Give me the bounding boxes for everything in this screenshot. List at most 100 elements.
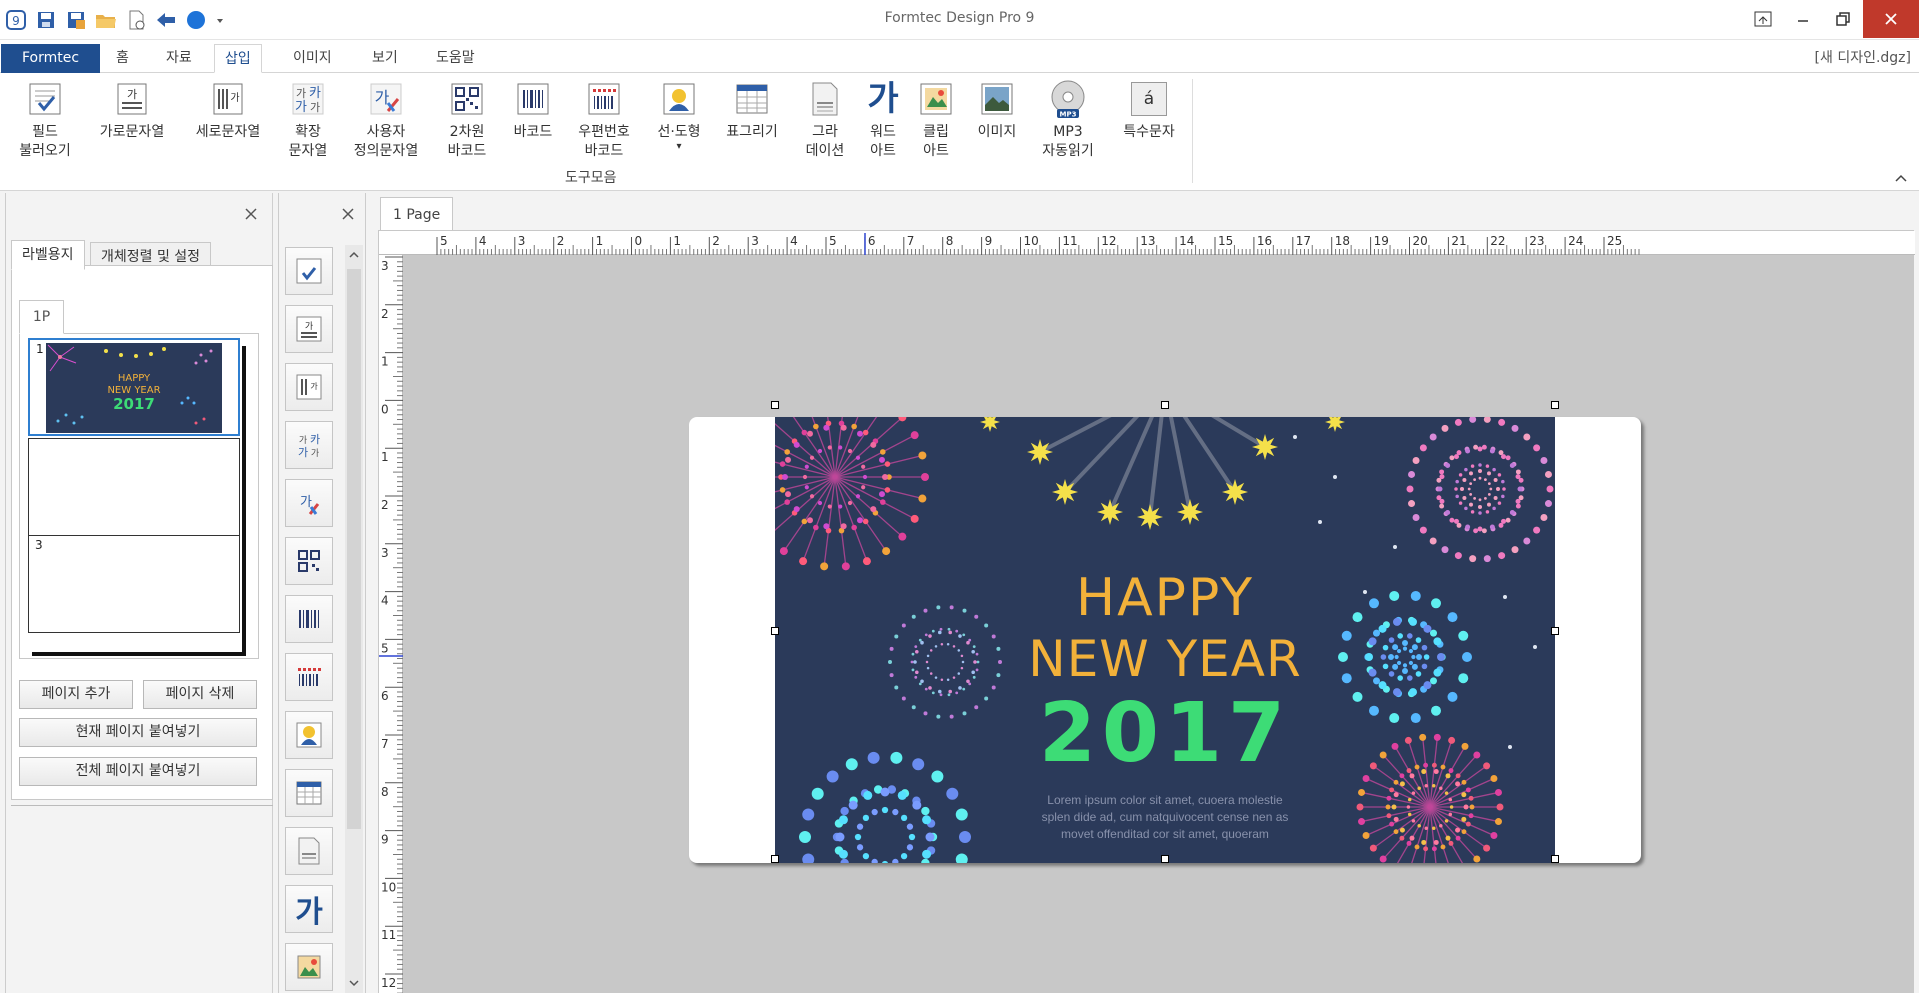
tab-data[interactable]: 자료 xyxy=(156,44,202,73)
window-controls xyxy=(1743,0,1919,38)
svg-text:카: 카 xyxy=(309,86,321,101)
custom-text-button[interactable]: 가 사용자 정의문자열 xyxy=(346,79,426,161)
thumbnail-label-1[interactable]: 1 HAPPY NEW YEAR 2017 xyxy=(28,338,240,436)
delete-page-button[interactable]: 페이지 삭제 xyxy=(143,680,257,709)
hruler-label: 1 xyxy=(673,234,681,248)
vruler-label: 0 xyxy=(381,402,389,416)
tab-help[interactable]: 도움말 xyxy=(426,44,485,73)
label-paper-sheet: HAPPY NEW YEAR 2017 Lorem ipsum color si… xyxy=(689,401,1641,863)
resize-handle-bottom-left[interactable] xyxy=(771,855,779,863)
image-button[interactable]: 이미지 xyxy=(970,79,1024,142)
star-spark xyxy=(1177,499,1203,525)
ribbon-group-label: 도구모음 xyxy=(565,170,617,186)
thumbnail-label-3[interactable]: 3 xyxy=(28,535,240,633)
shape-dropdown-icon[interactable]: ▾ xyxy=(652,142,706,152)
tool-custom-text[interactable]: 가 xyxy=(285,479,333,527)
svg-text:가: 가 xyxy=(127,88,137,101)
horizontal-text-icon: 가 xyxy=(296,316,322,342)
field-load-icon xyxy=(25,79,65,119)
paste-current-page-button[interactable]: 현재 페이지 붙여넣기 xyxy=(19,718,257,747)
tool-strip-scrollbar[interactable] xyxy=(345,245,363,993)
tool-barcode[interactable] xyxy=(285,595,333,643)
horizontal-text-button[interactable]: 가 가로문자열 xyxy=(92,79,172,142)
tool-postal-barcode[interactable] xyxy=(285,653,333,701)
minimize-icon[interactable] xyxy=(1783,0,1823,38)
tab-page-1[interactable]: 1 Page xyxy=(380,197,454,231)
vruler-label: 7 xyxy=(381,737,389,751)
tool-table[interactable] xyxy=(285,769,333,817)
resize-handle-bottom[interactable] xyxy=(1161,855,1169,863)
gradation-button[interactable]: 그라 데이션 xyxy=(800,79,850,161)
thumbnail-design-preview: HAPPY NEW YEAR 2017 xyxy=(46,343,222,433)
tab-formtec[interactable]: Formtec xyxy=(1,44,100,73)
tab-image[interactable]: 이미지 xyxy=(283,44,342,73)
vruler-label: 1 xyxy=(381,355,389,369)
document-frame: 5 4 3 2 1 0 1 2 3 4 5 6 7 8 9 10 11 12 13 14 15 16 17 18 19 20 21 2… xyxy=(378,230,1915,993)
tab-insert[interactable]: 삽입 xyxy=(214,44,262,73)
mp3-auto-read-button[interactable]: MP3 MP3 자동읽기 xyxy=(1036,79,1100,161)
tool-clip-art[interactable] xyxy=(285,943,333,991)
scroll-down-icon[interactable] xyxy=(345,975,363,991)
special-char-button[interactable]: á 특수문자 xyxy=(1114,79,1184,142)
tool-field-load[interactable] xyxy=(285,247,333,295)
thumbnail-label-2[interactable] xyxy=(28,438,240,536)
tab-home[interactable]: 홈 xyxy=(106,44,139,73)
ribbon-toolbar: 필드 불러오기 가 가로문자열 가 세로문자열 가카가가 확장 문자열 가 사용… xyxy=(0,73,1919,191)
design-canvas-area: 1 Page 5 4 3 2 1 0 1 2 3 4 5 6 7 8 9 10 11 12 13 14 15 16 17 18… xyxy=(372,193,1919,993)
close-icon[interactable] xyxy=(1863,0,1919,38)
tool-extended-text[interactable]: 가카가가 xyxy=(285,421,333,469)
field-load-icon xyxy=(296,258,322,284)
vertical-text-button[interactable]: 가 세로문자열 xyxy=(188,79,268,142)
ribbon-separator xyxy=(1192,79,1193,183)
tool-word-art[interactable]: 가 xyxy=(285,885,333,933)
vruler-label: 3 xyxy=(381,546,389,560)
clip-art-button[interactable]: 클립 아트 xyxy=(914,79,958,161)
qr-code-button[interactable]: 2차원 바코드 xyxy=(442,79,492,161)
collapse-ribbon-icon[interactable] xyxy=(1893,171,1909,185)
resize-handle-top[interactable] xyxy=(1161,401,1169,409)
tab-view[interactable]: 보기 xyxy=(362,44,408,73)
vruler-label: 8 xyxy=(381,785,389,799)
tool-horizontal-text[interactable]: 가 xyxy=(285,305,333,353)
vertical-text-icon: 가 xyxy=(208,79,248,119)
tool-gradation[interactable] xyxy=(285,827,333,875)
postal-barcode-icon xyxy=(584,79,624,119)
svg-text:카: 카 xyxy=(310,433,320,446)
hruler-label: 22 xyxy=(1490,234,1505,248)
clip-art-icon xyxy=(916,79,956,119)
extended-text-button[interactable]: 가카가가 확장 문자열 xyxy=(283,79,333,161)
resize-handle-right[interactable] xyxy=(1551,627,1559,635)
tab-label-paper[interactable]: 라벨용지 xyxy=(11,240,85,270)
barcode-button[interactable]: 바코드 xyxy=(508,79,558,142)
firework-burst xyxy=(1406,417,1554,563)
word-art-button[interactable]: 가 워드 아트 xyxy=(861,79,905,161)
shape-button[interactable]: 선·도형 ▾ xyxy=(652,79,706,152)
tool-shape[interactable] xyxy=(285,711,333,759)
page-tab-1p[interactable]: 1P xyxy=(19,300,64,334)
ribbon-tab-bar: Formtec 홈 자료 삽입 이미지 보기 도움말 xyxy=(0,40,1919,73)
panel-close-icon[interactable] xyxy=(244,207,260,223)
scroll-up-icon[interactable] xyxy=(345,247,363,263)
table-button[interactable]: 표그리기 xyxy=(720,79,784,142)
maximize-icon[interactable] xyxy=(1823,0,1863,38)
postal-barcode-button[interactable]: 우편번호 바코드 xyxy=(572,79,636,161)
hruler-label: 23 xyxy=(1529,234,1544,248)
add-page-button[interactable]: 페이지 추가 xyxy=(19,680,133,709)
resize-handle-bottom-right[interactable] xyxy=(1551,855,1559,863)
resize-handle-top-left[interactable] xyxy=(771,401,779,409)
field-load-button[interactable]: 필드 불러오기 xyxy=(10,79,80,161)
horizontal-ruler: 5 4 3 2 1 0 1 2 3 4 5 6 7 8 9 10 11 12 13 14 15 16 17 18 19 20 21 2… xyxy=(379,231,1915,255)
resize-handle-left[interactable] xyxy=(771,627,779,635)
page-thumbnails: 1 HAPPY NEW YEAR 2017 3 xyxy=(19,333,259,659)
tool-qr-code[interactable] xyxy=(285,537,333,585)
tool-strip-close-icon[interactable] xyxy=(341,207,357,223)
design-text-year: 2017 xyxy=(1038,686,1292,781)
table-icon xyxy=(296,781,322,805)
restore-ribbon-icon[interactable] xyxy=(1743,0,1783,38)
tool-vertical-text[interactable]: 가 xyxy=(285,363,333,411)
resize-handle-top-right[interactable] xyxy=(1551,401,1559,409)
paste-all-pages-button[interactable]: 전체 페이지 붙여넣기 xyxy=(19,757,257,786)
scroll-thumb[interactable] xyxy=(347,269,361,829)
new-year-design-image[interactable]: HAPPY NEW YEAR 2017 Lorem ipsum color si… xyxy=(775,417,1555,863)
hruler-label: 18 xyxy=(1335,234,1350,248)
